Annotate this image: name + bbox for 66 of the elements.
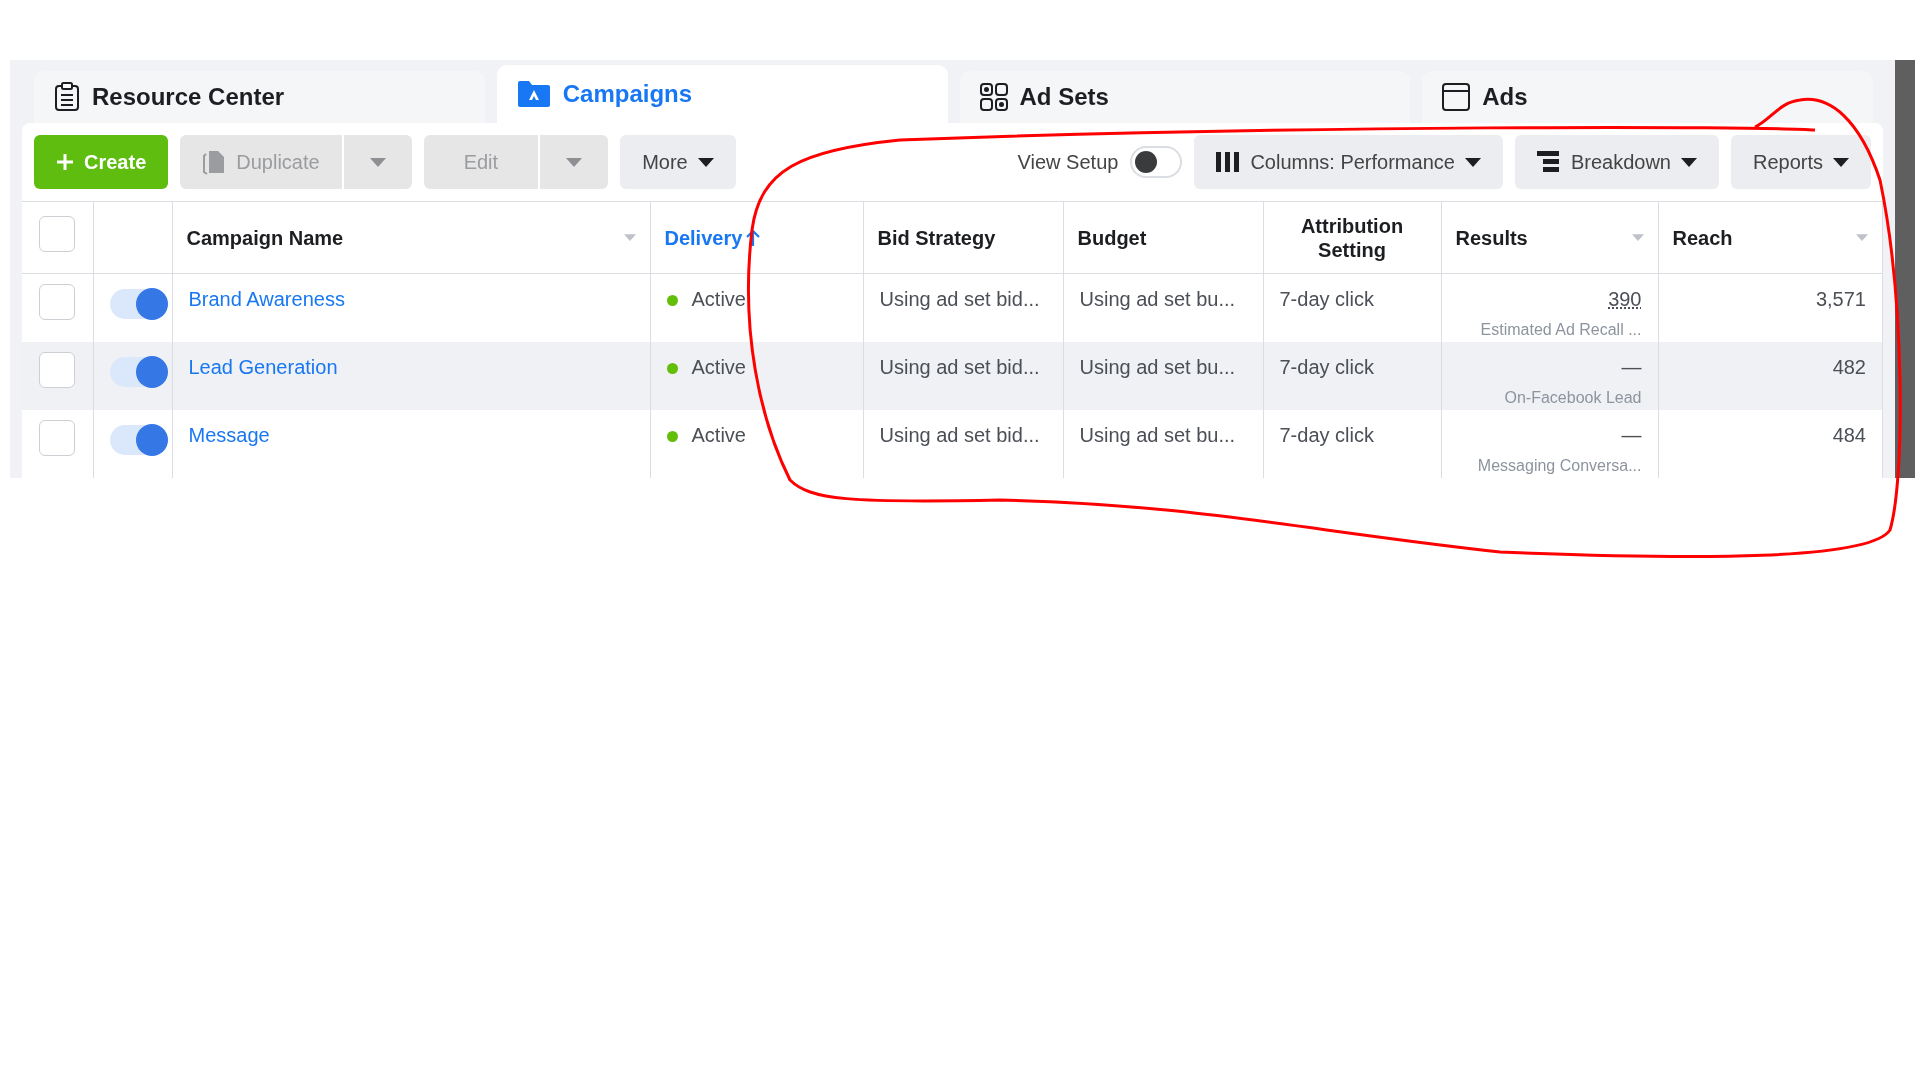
result-label: Messaging Conversa... bbox=[1476, 456, 1642, 476]
tab[interactable]: Ads bbox=[1422, 71, 1873, 123]
budget-text: Using ad set bu... bbox=[1079, 424, 1236, 446]
budget-text: Using ad set bu... bbox=[1079, 288, 1236, 310]
campaign-toggle[interactable] bbox=[109, 289, 166, 319]
tab[interactable]: Resource Center bbox=[34, 71, 485, 123]
select-all-checkbox[interactable] bbox=[39, 215, 76, 252]
bid-strategy-text: Using ad set bid... bbox=[879, 288, 1040, 310]
toolbar-button[interactable]: Breakdown bbox=[1514, 135, 1719, 189]
column-header[interactable]: Reach bbox=[1672, 225, 1733, 250]
column-header[interactable]: Results bbox=[1455, 225, 1528, 250]
column-header[interactable]: Delivery bbox=[664, 225, 743, 250]
campaign-link[interactable]: Message bbox=[188, 424, 270, 446]
result-label: Estimated Ad Recall ... bbox=[1479, 320, 1642, 340]
grid-icon bbox=[979, 83, 1008, 111]
bid-strategy-text: Using ad set bid... bbox=[879, 356, 1040, 378]
more-button[interactable]: More bbox=[620, 135, 736, 189]
reach-value: 482 bbox=[1832, 356, 1866, 378]
copy-icon bbox=[202, 149, 227, 175]
toolbar-button[interactable]: Columns: Performance bbox=[1194, 135, 1503, 189]
status-text: Active bbox=[691, 288, 746, 310]
scrollbar[interactable] bbox=[1895, 60, 1915, 478]
campaign-toggle[interactable] bbox=[109, 425, 166, 455]
attribution-text: 7-day click bbox=[1279, 424, 1374, 446]
toolbar-button[interactable]: Reports bbox=[1730, 135, 1871, 189]
budget-text: Using ad set bu... bbox=[1079, 356, 1236, 378]
campaign-toggle[interactable] bbox=[109, 357, 166, 387]
table-row[interactable]: Lead Generation Active Using ad set bid... Using ad set bu... 7-day click — On-Facebook Lead 482 bbox=[22, 342, 1883, 410]
plus-icon bbox=[56, 153, 74, 171]
column-header[interactable]: Campaign Name bbox=[186, 225, 344, 250]
result-value: — bbox=[1621, 356, 1642, 378]
columns-icon bbox=[1216, 152, 1241, 172]
reach-value: 3,571 bbox=[1815, 288, 1866, 310]
status-text: Active bbox=[691, 356, 746, 378]
dropdown-button[interactable] bbox=[540, 135, 609, 189]
caret-icon bbox=[1464, 157, 1481, 167]
bid-strategy-text: Using ad set bid... bbox=[879, 424, 1040, 446]
tab[interactable]: Ad Sets bbox=[959, 71, 1411, 123]
column-header[interactable]: Budget bbox=[1077, 225, 1147, 250]
tab[interactable]: Campaigns bbox=[496, 65, 948, 123]
view-setup-toggle[interactable] bbox=[1130, 146, 1183, 178]
folder-icon bbox=[516, 80, 551, 108]
reach-value: 484 bbox=[1832, 424, 1866, 446]
result-value: — bbox=[1621, 424, 1642, 446]
row-checkbox[interactable] bbox=[39, 284, 76, 320]
table-row[interactable]: Message Active Using ad set bid... Using ad set bu... 7-day click — Messaging Conversa... 484 bbox=[22, 410, 1883, 478]
campaign-link[interactable]: Lead Generation bbox=[188, 356, 338, 378]
result-value: 390 bbox=[1608, 288, 1642, 310]
result-label: On-Facebook Lead bbox=[1503, 388, 1642, 408]
breakdown-icon bbox=[1536, 151, 1561, 173]
clipboard-icon bbox=[54, 82, 80, 112]
view-setup-label: View Setup bbox=[1017, 150, 1119, 175]
caret-icon bbox=[369, 157, 386, 167]
caret-icon bbox=[1680, 157, 1697, 167]
row-checkbox[interactable] bbox=[39, 420, 76, 456]
campaign-link[interactable]: Brand Awareness bbox=[188, 288, 345, 310]
status-text: Active bbox=[691, 424, 746, 446]
caret-icon bbox=[1833, 157, 1849, 167]
attribution-text: 7-day click bbox=[1279, 356, 1374, 378]
caret-icon bbox=[566, 157, 583, 167]
window-icon bbox=[1442, 83, 1471, 111]
dropdown-button[interactable] bbox=[343, 135, 412, 189]
sort-arrow-icon bbox=[746, 228, 761, 247]
caret-icon bbox=[697, 157, 714, 167]
row-checkbox[interactable] bbox=[39, 352, 76, 388]
attribution-text: 7-day click bbox=[1279, 288, 1374, 310]
